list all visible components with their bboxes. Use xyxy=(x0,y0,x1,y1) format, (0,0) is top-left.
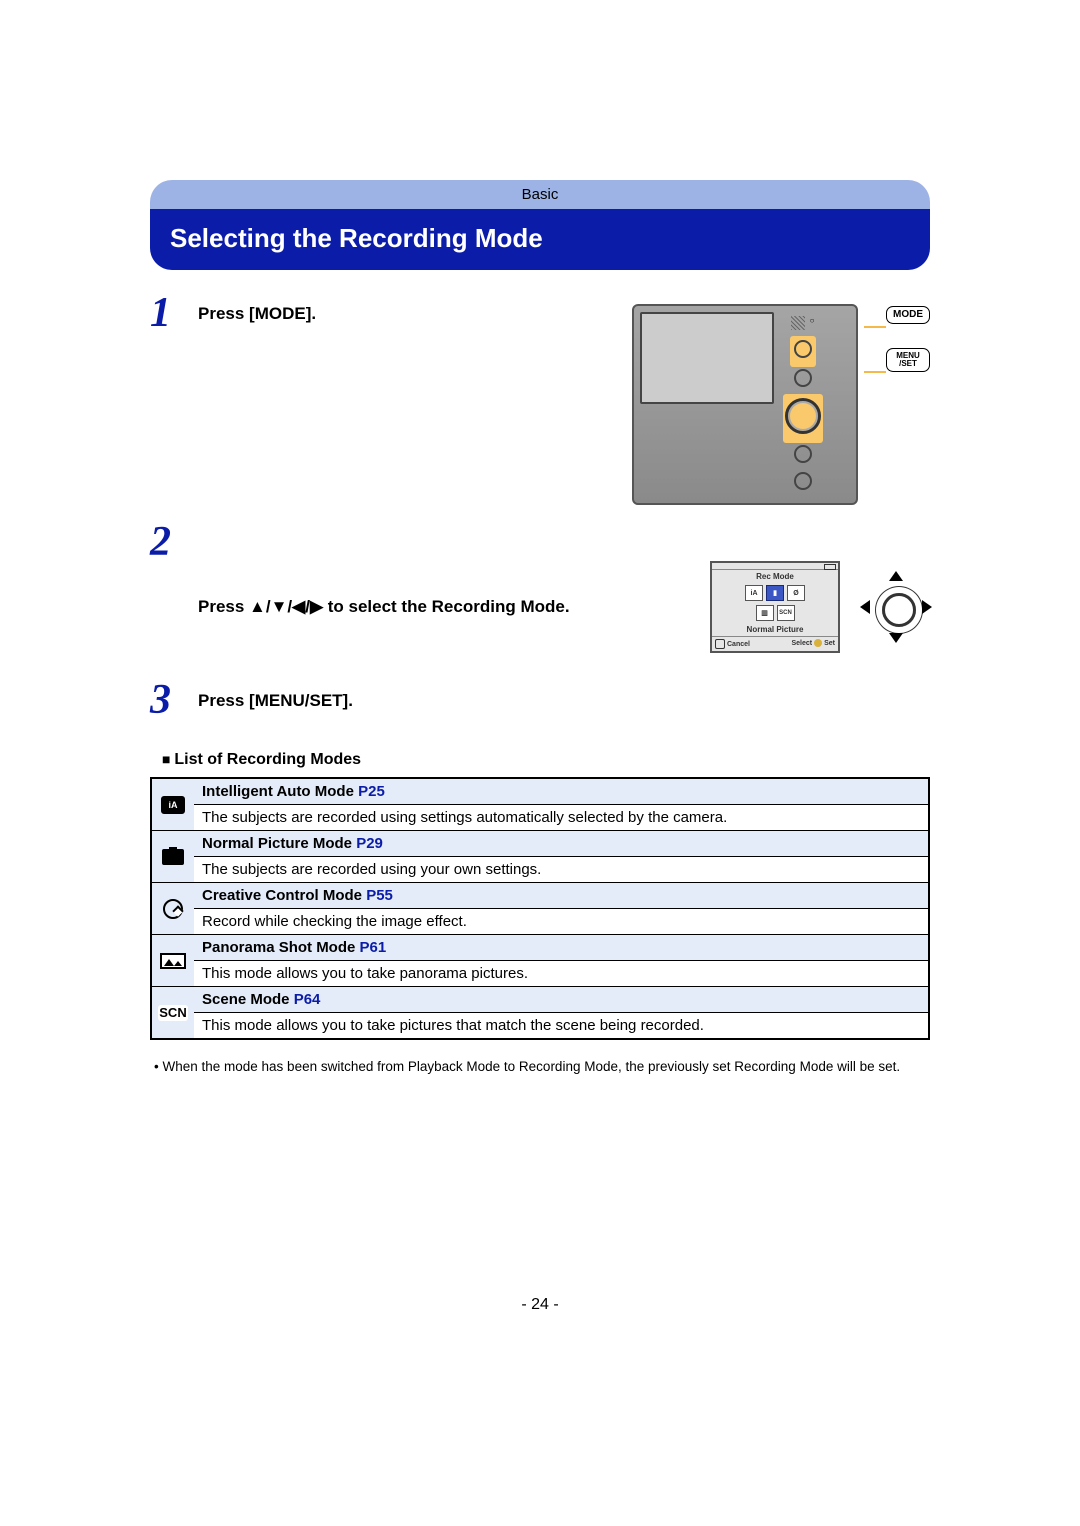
mode-label: MODE xyxy=(886,306,930,324)
creative-mode-icon xyxy=(163,899,183,919)
set-icon xyxy=(814,639,822,647)
button-icon xyxy=(794,472,812,490)
section-label: Basic xyxy=(150,180,930,209)
mode-option-icon: iA xyxy=(745,585,763,601)
step-3: 3 Press [MENU/SET]. xyxy=(150,683,930,721)
mode-option-icon: Ø xyxy=(787,585,805,601)
step-number: 1 xyxy=(150,292,198,334)
battery-icon xyxy=(824,564,836,570)
mode-option-icon: SCN xyxy=(777,605,795,621)
mode-name: Panorama Shot Mode P61 xyxy=(194,935,929,961)
step-1-text: Press [MODE]. xyxy=(198,304,632,324)
mode-description: The subjects are recorded using settings… xyxy=(194,805,929,831)
camera-mode-icon xyxy=(162,849,184,865)
step-number: 2 xyxy=(150,521,198,563)
mode-name: Normal Picture Mode P29 xyxy=(194,831,929,857)
dpad-arrows-text: ▲/▼/◀/▶ xyxy=(249,597,323,616)
step-2: 2 Press ▲/▼/◀/▶ to select the Recording … xyxy=(150,525,930,653)
rec-mode-screen: Rec Mode iA ▮ Ø ▥ SCN Normal Picture Can… xyxy=(710,561,840,653)
panorama-mode-icon xyxy=(160,953,186,969)
recording-modes-table: iAIntelligent Auto Mode P25The subjects … xyxy=(150,777,930,1040)
button-icon xyxy=(794,369,812,387)
page-ref-link[interactable]: P55 xyxy=(366,887,393,904)
scene-mode-icon: SCN xyxy=(158,1005,188,1021)
mode-description: Record while checking the image effect. xyxy=(194,909,929,935)
step-1: 1 Press [MODE]. ○ MOD xyxy=(150,296,930,505)
mode-description: This mode allows you to take pictures th… xyxy=(194,1013,929,1040)
page-ref-link[interactable]: P29 xyxy=(356,835,383,852)
camera-lcd xyxy=(640,312,774,404)
page-ref-link[interactable]: P61 xyxy=(360,939,387,956)
dpad-icon xyxy=(862,573,930,641)
list-heading: List of Recording Modes xyxy=(162,751,930,769)
page-title: Selecting the Recording Mode xyxy=(150,209,930,270)
mode-name: Intelligent Auto Mode P25 xyxy=(194,778,929,805)
footnote: • When the mode has been switched from P… xyxy=(150,1058,930,1076)
page-ref-link[interactable]: P25 xyxy=(358,783,385,800)
mode-name: Creative Control Mode P55 xyxy=(194,883,929,909)
speaker-icon xyxy=(791,316,805,330)
selected-mode-label: Normal Picture xyxy=(712,623,838,636)
mode-description: The subjects are recorded using your own… xyxy=(194,857,929,883)
menu-set-label: MENU/SET xyxy=(886,348,930,372)
button-icon xyxy=(794,445,812,463)
page-ref-link[interactable]: P64 xyxy=(294,991,321,1008)
screen-title: Rec Mode xyxy=(712,570,838,583)
mode-button[interactable] xyxy=(794,340,812,358)
step-3-text: Press [MENU/SET]. xyxy=(198,691,930,711)
step-2-text: Press ▲/▼/◀/▶ to select the Recording Mo… xyxy=(198,597,700,617)
mode-option-icon: ▮ xyxy=(766,585,784,601)
page-number: - 24 - xyxy=(150,1296,930,1314)
back-icon xyxy=(715,639,725,649)
camera-illustration: ○ xyxy=(632,304,858,505)
mode-description: This mode allows you to take panorama pi… xyxy=(194,961,929,987)
mode-name: Scene Mode P64 xyxy=(194,987,929,1013)
ia-mode-icon: iA xyxy=(161,796,185,814)
dpad-button[interactable] xyxy=(785,398,821,434)
mode-option-icon: ▥ xyxy=(756,605,774,621)
step-number: 3 xyxy=(150,679,198,721)
